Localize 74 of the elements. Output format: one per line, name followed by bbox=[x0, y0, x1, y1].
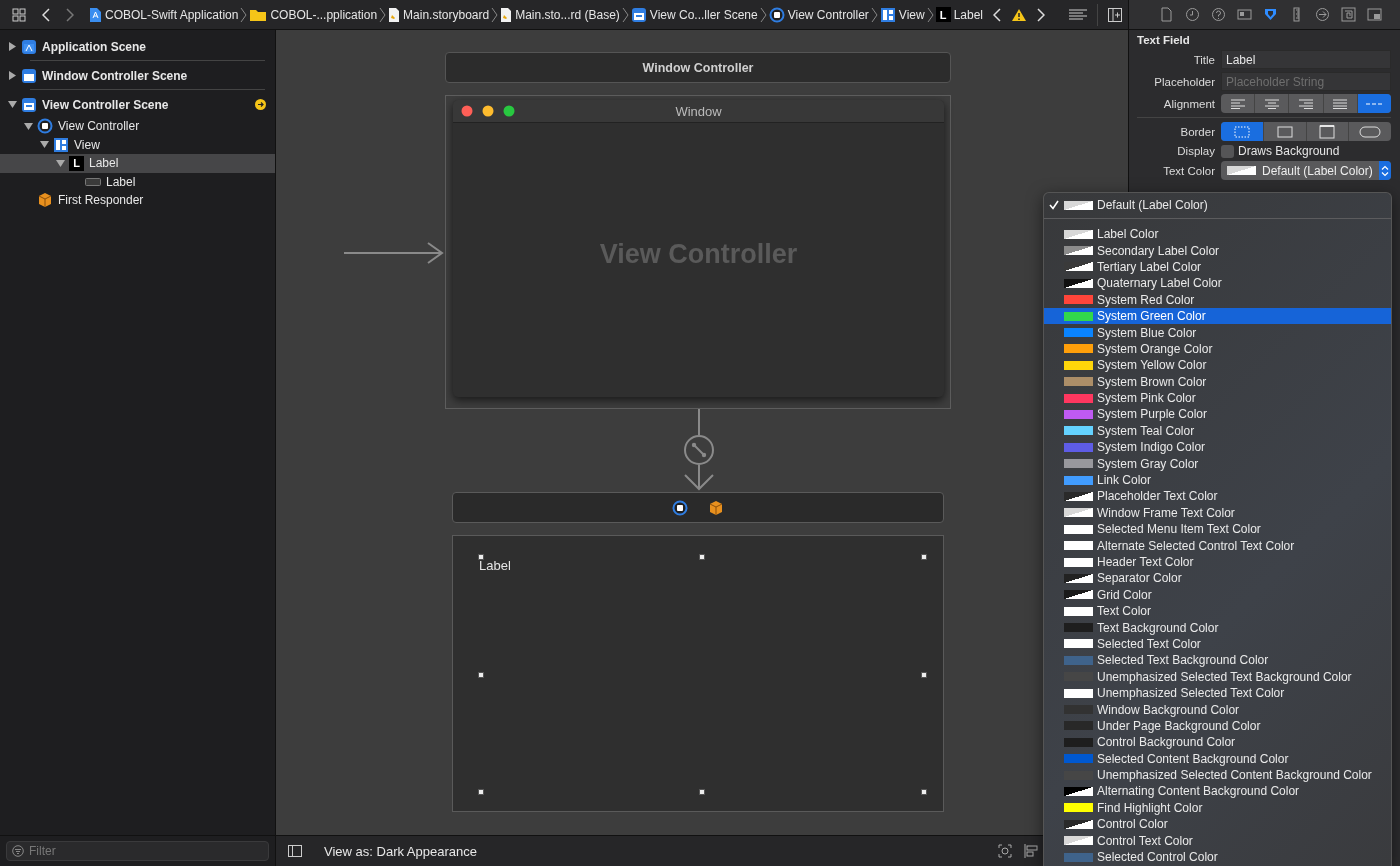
menu-item[interactable]: System Purple Color bbox=[1044, 406, 1391, 423]
menu-item[interactable]: Label Color bbox=[1044, 226, 1391, 243]
menu-item[interactable]: Unemphasized Selected Text Background Color bbox=[1044, 668, 1391, 685]
breadcrumb[interactable]: COBOL-Swift Application bbox=[88, 3, 239, 26]
menu-item[interactable]: Control Text Color bbox=[1044, 832, 1391, 849]
menu-item[interactable]: Selected Content Background Color bbox=[1044, 750, 1391, 767]
filter-field[interactable]: Filter bbox=[6, 841, 269, 861]
scene-row[interactable]: View Controller Scene bbox=[0, 92, 275, 117]
menu-item[interactable]: System Teal Color bbox=[1044, 422, 1391, 440]
outline-row[interactable]: First Responder bbox=[0, 191, 275, 210]
menu-item[interactable]: Under Page Background Color bbox=[1044, 717, 1391, 735]
menu-item[interactable]: System Brown Color bbox=[1044, 373, 1391, 390]
text-color-popup[interactable]: Default (Label Color) bbox=[1221, 161, 1391, 180]
breadcrumb[interactable]: Main.storyboard bbox=[388, 3, 490, 26]
menu-item[interactable]: System Red Color bbox=[1044, 291, 1391, 308]
label-icon: L bbox=[69, 155, 84, 171]
menu-item[interactable]: Find Highlight Color bbox=[1044, 799, 1391, 817]
menu-item[interactable]: Control Color bbox=[1044, 816, 1391, 833]
field-label: Placeholder bbox=[1153, 75, 1215, 88]
field-label: Alignment bbox=[1162, 97, 1215, 110]
menu-item[interactable]: Tertiary Label Color bbox=[1044, 258, 1391, 276]
breadcrumb[interactable]: View bbox=[879, 3, 925, 26]
menu-item[interactable]: System Orange Color bbox=[1044, 340, 1391, 358]
menu-item[interactable]: Selected Control Color bbox=[1044, 848, 1391, 866]
label-text: Label bbox=[479, 558, 511, 573]
outline-row[interactable]: L Label bbox=[0, 154, 275, 173]
outline-row[interactable]: View Controller bbox=[0, 117, 275, 136]
label-icon: L bbox=[935, 7, 951, 22]
menu-item[interactable]: Text Background Color bbox=[1044, 619, 1391, 636]
outline-row[interactable]: View bbox=[0, 135, 275, 154]
menu-item[interactable]: System Yellow Color bbox=[1044, 357, 1391, 374]
menu-item[interactable]: Alternating Content Background Color bbox=[1044, 783, 1391, 800]
menu-item[interactable]: Separator Color bbox=[1044, 570, 1391, 587]
field-label: Display bbox=[1176, 145, 1215, 157]
window-title: Window bbox=[675, 103, 722, 119]
menu-item[interactable]: Header Text Color bbox=[1044, 553, 1391, 571]
breadcrumb[interactable]: View Controller bbox=[768, 3, 869, 26]
menu-item[interactable]: Grid Color bbox=[1044, 586, 1391, 603]
menu-item[interactable]: Window Frame Text Color bbox=[1044, 504, 1391, 522]
menu-item[interactable]: Text Color bbox=[1044, 603, 1391, 620]
title-field[interactable]: Label bbox=[1221, 50, 1391, 69]
field-label: Border bbox=[1179, 125, 1215, 138]
placeholder-field[interactable]: Placeholder String bbox=[1221, 72, 1391, 91]
menu-item[interactable]: Selected Text Background Color bbox=[1044, 652, 1391, 669]
menu-item[interactable]: System Indigo Color bbox=[1044, 439, 1391, 456]
menu-item[interactable]: Default (Label Color) bbox=[1044, 193, 1391, 217]
breadcrumb[interactable]: COBOL-...pplication bbox=[249, 3, 378, 26]
menu-item[interactable]: Unemphasized Selected Content Background Color bbox=[1044, 766, 1391, 784]
menu-item[interactable]: Link Color bbox=[1044, 471, 1391, 489]
menu-item[interactable]: Selected Text Color bbox=[1044, 635, 1391, 653]
field-label: Title bbox=[1192, 53, 1215, 66]
menu-item[interactable]: Placeholder Text Color bbox=[1044, 488, 1391, 505]
section-title: Text Field bbox=[1137, 34, 1191, 46]
breadcrumb[interactable]: Main.sto...rd (Base) bbox=[500, 3, 620, 26]
menu-item[interactable]: System Blue Color bbox=[1044, 324, 1391, 341]
field-label: Text Color bbox=[1162, 164, 1215, 177]
menu-item[interactable]: Window Background Color bbox=[1044, 701, 1391, 718]
breadcrumb[interactable]: L Label bbox=[935, 3, 984, 26]
scene-row[interactable]: Application Scene bbox=[0, 34, 275, 59]
menu-item[interactable]: Selected Menu Item Text Color bbox=[1044, 521, 1391, 538]
menu-item[interactable]: System Pink Color bbox=[1044, 389, 1391, 407]
scene-title-bar: Window Controller bbox=[445, 52, 951, 83]
menu-item[interactable]: System Gray Color bbox=[1044, 455, 1391, 472]
appearance-label[interactable]: View as: Dark Appearance bbox=[324, 843, 477, 859]
menu-item[interactable]: Alternate Selected Control Text Color bbox=[1044, 537, 1391, 554]
scene-row[interactable]: Window Controller Scene bbox=[0, 63, 275, 88]
menu-item[interactable]: Quaternary Label Color bbox=[1044, 275, 1391, 292]
checkbox-label[interactable]: Draws Background bbox=[1238, 144, 1340, 158]
menu-item[interactable]: Control Background Color bbox=[1044, 734, 1391, 751]
menu-item[interactable]: System Green Color bbox=[1044, 307, 1391, 325]
menu-item[interactable]: Unemphasized Selected Text Color bbox=[1044, 684, 1391, 702]
menu-item[interactable]: Secondary Label Color bbox=[1044, 242, 1391, 259]
outline-row[interactable]: Label bbox=[0, 172, 275, 191]
breadcrumb[interactable]: View Co...ller Scene bbox=[630, 3, 758, 26]
